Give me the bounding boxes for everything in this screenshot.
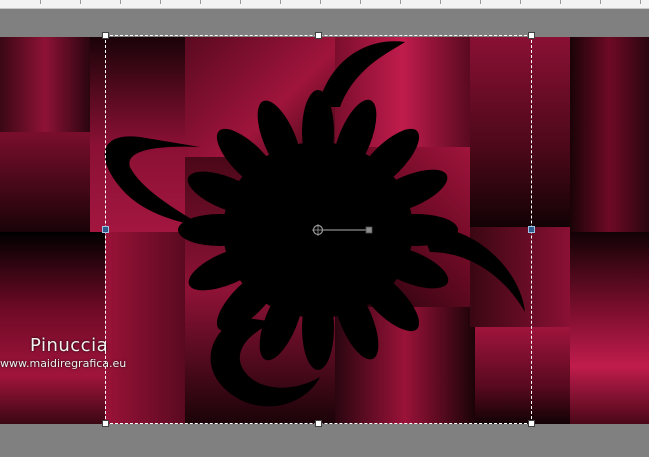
resize-handle-middle-left[interactable] [102, 226, 109, 233]
resize-handle-top-left[interactable] [102, 32, 109, 39]
resize-handle-top-middle[interactable] [315, 32, 322, 39]
top-ruler [0, 0, 649, 9]
resize-handle-bottom-left[interactable] [102, 420, 109, 427]
resize-handle-bottom-middle[interactable] [315, 420, 322, 427]
resize-handle-top-right[interactable] [528, 32, 535, 39]
watermark-name: Pinuccia [30, 335, 109, 356]
resize-handle-bottom-right[interactable] [528, 420, 535, 427]
rotation-handle-icon[interactable] [310, 222, 376, 238]
resize-handle-middle-right[interactable] [528, 226, 535, 233]
